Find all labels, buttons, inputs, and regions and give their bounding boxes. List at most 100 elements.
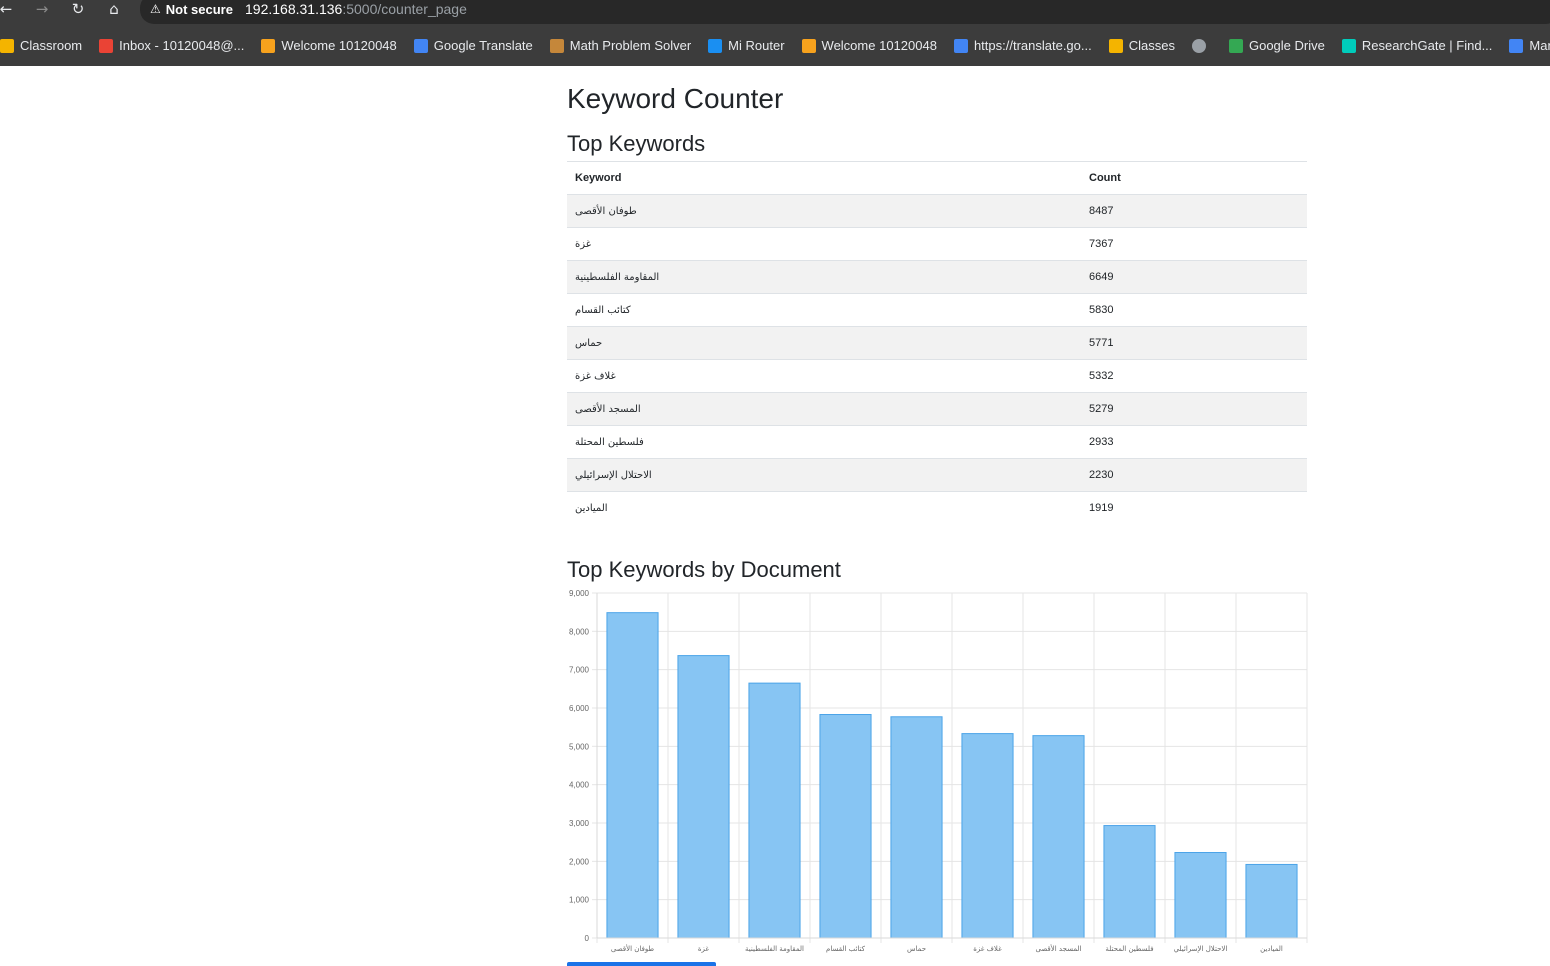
- y-tick-label: 5,000: [569, 742, 590, 751]
- back-icon[interactable]: ←: [0, 0, 16, 20]
- bar: [961, 733, 1014, 939]
- table-row: طوفان الأقصى 8487: [567, 194, 1307, 228]
- table-row: المقاومة الفلسطينية 6649: [567, 260, 1307, 294]
- bookmark-item[interactable]: Welcome 10120048: [261, 31, 397, 61]
- bookmark-label: Classes: [1128, 38, 1175, 53]
- y-tick-label: 4,000: [569, 781, 590, 790]
- table-header-row: Keyword Count: [567, 161, 1307, 195]
- google-drive-icon: [1228, 38, 1243, 53]
- bookmark-label: Mi Router: [728, 38, 785, 53]
- wifi-icon: [708, 38, 723, 53]
- bookmark-label: Welcome 10120048: [821, 38, 937, 53]
- chart-heading: Top Keywords by Document: [567, 557, 841, 582]
- url-text[interactable]: 192.168.31.136:5000/counter_page: [245, 0, 467, 18]
- y-tick-label: 9,000: [569, 589, 590, 598]
- bookmark-item[interactable]: Classes: [1108, 31, 1175, 61]
- y-tick-label: 8,000: [569, 627, 590, 636]
- x-tick-label: المقاومة الفلسطينية: [745, 945, 804, 953]
- bookmark-label: Classroom: [20, 38, 83, 53]
- keyword-cell: الاحتلال الإسرائيلي: [567, 458, 1081, 492]
- count-cell: 8487: [1081, 194, 1307, 228]
- count-cell: 2230: [1081, 458, 1307, 492]
- y-tick-label: 3,000: [569, 819, 590, 828]
- bar: [1103, 825, 1156, 939]
- x-tick-label: الاحتلال الإسرائيلي: [1174, 945, 1228, 953]
- bookmark-label: https://translate.go...: [973, 38, 1092, 53]
- bookmark-label: Welcome 10120048: [281, 38, 397, 53]
- x-tick-label: حماس: [907, 945, 926, 953]
- bookmark-item[interactable]: [1191, 31, 1212, 61]
- bookmark-item[interactable]: ResearchGate | Find...: [1341, 31, 1493, 61]
- keywords-table: Keyword Count طوفان الأقصى 8487 غزة 7367 الم…: [567, 161, 1307, 524]
- count-cell: 2933: [1081, 425, 1307, 459]
- keyword-cell: غلاف غزة: [567, 359, 1081, 393]
- keyword-cell: المقاومة الفلسطينية: [567, 260, 1081, 294]
- google-translate-icon: [413, 38, 428, 53]
- top-keywords-heading: Top Keywords: [567, 131, 706, 156]
- count-cell: 5830: [1081, 293, 1307, 327]
- bookmark-item[interactable]: https://translate.go...: [953, 31, 1092, 61]
- count-cell: 5771: [1081, 326, 1307, 360]
- bookmark-item[interactable]: Math Problem Solver: [549, 31, 691, 61]
- bar: [890, 716, 943, 939]
- x-tick-label: غزة: [698, 945, 710, 953]
- count-cell: 5279: [1081, 392, 1307, 426]
- keyword-cell: حماس: [567, 326, 1081, 360]
- google-classroom-icon: [1108, 38, 1123, 53]
- security-indicator[interactable]: ⚠ Not secure: [150, 1, 233, 17]
- google-docs-icon: [1509, 38, 1524, 53]
- bookmark-label: Google Translate: [433, 38, 533, 53]
- browser-toolbar: ← → ↻ ⌂ ⚠ Not secure 192.168.31.136:5000…: [0, 0, 1550, 25]
- keyword-cell: المسجد الأقصى: [567, 392, 1081, 426]
- keyword-cell: طوفان الأقصى: [567, 194, 1081, 228]
- table-row: فلسطين المحتلة 2933: [567, 425, 1307, 459]
- x-tick-label: طوفان الأقصى: [611, 944, 655, 953]
- url-host: 192.168.31.136: [245, 1, 343, 17]
- bookmark-item[interactable]: Google Translate: [413, 31, 533, 61]
- table-row: المسجد الأقصى 5279: [567, 392, 1307, 426]
- researchgate-icon: [1341, 38, 1356, 53]
- forward-icon[interactable]: →: [32, 0, 52, 20]
- moodle-icon: [261, 38, 276, 53]
- keyword-cell: غزة: [567, 227, 1081, 261]
- gmail-icon: [99, 38, 114, 53]
- bookmark-label: ResearchGate | Find...: [1361, 38, 1493, 53]
- bar: [1032, 735, 1085, 939]
- x-tick-label: المسجد الأقصى: [1036, 944, 1082, 953]
- bookmark-item[interactable]: Google Drive: [1228, 31, 1325, 61]
- x-tick-label: كتائب القسام: [826, 945, 866, 953]
- reload-icon[interactable]: ↻: [68, 0, 88, 20]
- bookmarks-bar: Classroom Inbox - 10120048@... Welcome 101…: [0, 25, 1550, 66]
- keyword-cell: الميادين: [575, 502, 608, 514]
- bookmark-item[interactable]: Classroom: [0, 31, 82, 61]
- table-row: الميادين 1919: [567, 492, 1307, 525]
- keyword-cell: كتائب القسام: [567, 293, 1081, 327]
- y-tick-label: 2,000: [569, 857, 590, 866]
- globe-icon: [1191, 38, 1206, 53]
- count-column-header: Count: [1081, 161, 1307, 195]
- count-cell: 1919: [1089, 502, 1114, 514]
- bookmark-item[interactable]: Mi Router: [708, 31, 785, 61]
- bookmark-item[interactable]: Managing diversity: [1509, 31, 1550, 61]
- google-classroom-icon: [0, 38, 14, 53]
- bookmark-item[interactable]: Welcome 10120048: [801, 31, 937, 61]
- scroll-indicator: [567, 962, 716, 966]
- keywords-table-body: طوفان الأقصى 8487 غزة 7367 المقاومة الفلسطين…: [567, 194, 1307, 525]
- table-row: غزة 7367: [567, 227, 1307, 261]
- table-row: حماس 5771: [567, 326, 1307, 360]
- y-tick-label: 0: [585, 934, 590, 943]
- page-title: Keyword Counter: [567, 83, 784, 114]
- y-tick-label: 6,000: [569, 704, 590, 713]
- keyword-column-header: Keyword: [567, 161, 1081, 195]
- count-cell: 7367: [1081, 227, 1307, 261]
- table-row: كتائب القسام 5830: [567, 293, 1307, 327]
- bar: [819, 714, 872, 939]
- bar: [1245, 863, 1298, 939]
- bookmark-item[interactable]: Inbox - 10120048@...: [99, 31, 244, 61]
- url-path: :5000/counter_page: [342, 1, 467, 17]
- home-icon[interactable]: ⌂: [104, 0, 124, 20]
- moodle-icon: [801, 38, 816, 53]
- keyword-cell: فلسطين المحتلة: [567, 425, 1081, 459]
- google-translate-icon: [953, 38, 968, 53]
- x-tick-label: الميادين: [1260, 945, 1283, 953]
